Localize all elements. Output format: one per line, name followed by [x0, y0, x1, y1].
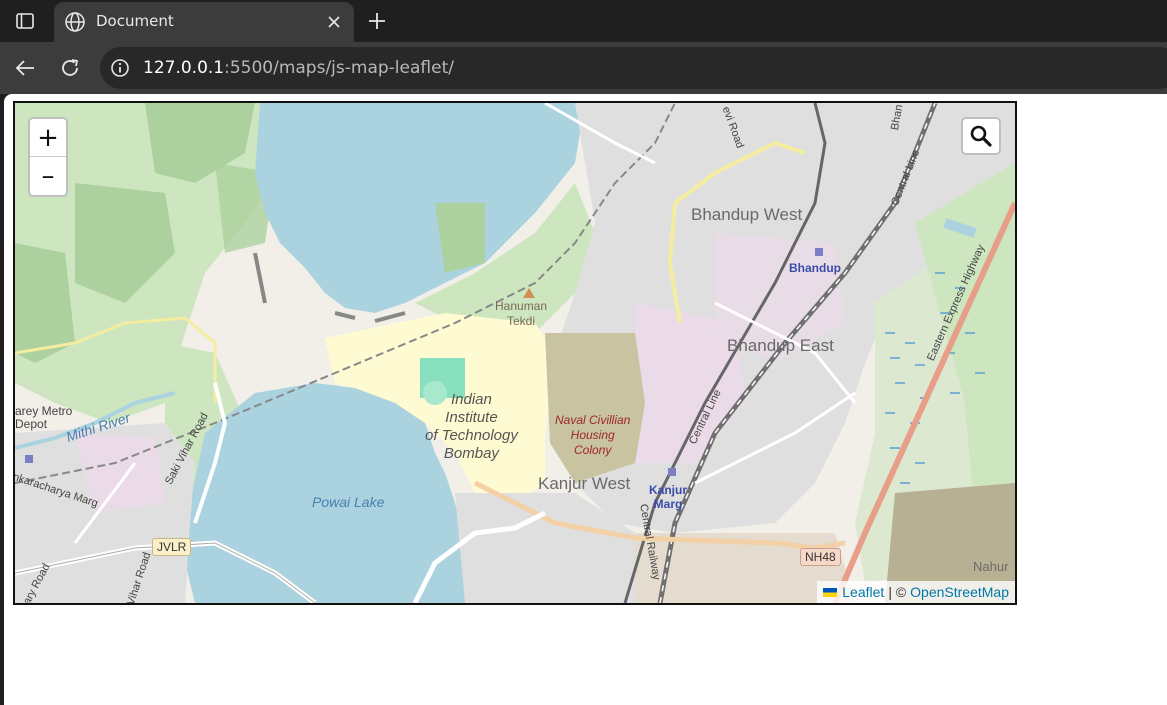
nh48-shield: NH48: [800, 548, 841, 566]
map-search-button[interactable]: [961, 117, 1001, 155]
label-kanjur-west: Kanjur West: [538, 474, 631, 493]
back-button[interactable]: [11, 54, 39, 82]
label-nahur: Nahur: [973, 559, 1009, 574]
zoom-out-button[interactable]: –: [30, 157, 66, 195]
leaflet-map[interactable]: Bhandup West Bhandup East Bhandup Hanuma…: [13, 101, 1017, 605]
label-naval-colony: Naval Civillian Housing Colony: [555, 413, 631, 457]
search-icon: [970, 125, 992, 147]
browser-toolbar: 127.0.0.1:5500/maps/js-map-leaflet/: [0, 42, 1167, 94]
label-bhandup-west: Bhandup West: [691, 205, 803, 224]
leaflet-link[interactable]: Leaflet: [842, 581, 884, 603]
globe-icon: [65, 12, 85, 32]
label-bhandup-east: Bhandup East: [727, 336, 834, 355]
label-powai-lake: Powai Lake: [312, 494, 385, 510]
label-bhandup-station: Bhandup: [789, 261, 841, 275]
window-icon: [16, 13, 34, 29]
address-bar[interactable]: 127.0.0.1:5500/maps/js-map-leaflet/: [100, 47, 1167, 89]
tab-title: Document: [96, 12, 174, 30]
map-tiles[interactable]: [15, 103, 1015, 603]
openstreetmap-link[interactable]: OpenStreetMap: [910, 581, 1009, 603]
ukraine-flag-icon: [823, 587, 838, 597]
url-path: :5500/maps/js-map-leaflet/: [224, 58, 454, 78]
reload-button[interactable]: [56, 54, 84, 82]
zoom-control: + –: [28, 117, 68, 197]
info-icon: [111, 59, 129, 77]
attribution-separator: | ©: [888, 584, 907, 600]
tab-search-button[interactable]: [8, 8, 42, 34]
jvlr-shield: JVLR: [152, 538, 192, 556]
zoom-in-button[interactable]: +: [30, 119, 66, 157]
map-attribution: Leaflet | © OpenStreetMap: [817, 581, 1015, 603]
label-kanjur-marg-station: Kanjur Marg: [649, 483, 688, 511]
url-host: 127.0.0.1: [143, 58, 225, 78]
plus-icon: [369, 13, 385, 29]
page-viewport: Bhandup West Bhandup East Bhandup Hanuma…: [4, 94, 1167, 705]
close-icon: [328, 16, 340, 28]
url-text: 127.0.0.1:5500/maps/js-map-leaflet/: [143, 58, 454, 78]
arrow-left-icon: [15, 60, 34, 76]
label-hanuman-tekdi: Hanuman Tekdi: [495, 299, 548, 328]
browser-tab-bar: Document: [0, 0, 1167, 42]
reload-icon: [62, 59, 79, 76]
tab-close-button[interactable]: [324, 12, 344, 32]
label-metro-depot: arey Metro Depot: [15, 404, 73, 431]
new-tab-button[interactable]: [364, 8, 390, 34]
browser-tab[interactable]: Document: [54, 2, 354, 42]
site-info-button[interactable]: [108, 56, 132, 80]
label-iit-bombay: Indian Institute of Technology Bombay: [425, 391, 518, 462]
